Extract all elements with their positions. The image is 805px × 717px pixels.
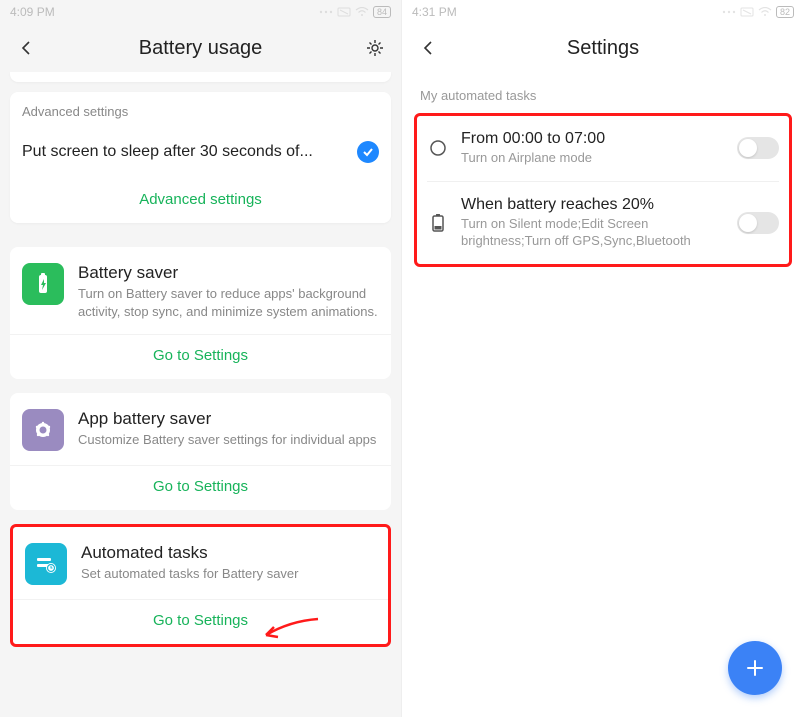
automated-tasks-icon (25, 543, 67, 585)
highlight-automated-tasks: Automated tasks Set automated tasks for … (10, 524, 391, 647)
go-to-settings-link[interactable]: Go to Settings (10, 465, 391, 510)
sleep-setting-text: Put screen to sleep after 30 seconds of.… (22, 143, 349, 161)
battery-saver-card: Battery saver Turn on Battery saver to r… (10, 247, 391, 379)
header: Settings (402, 24, 804, 72)
section-label: Advanced settings (10, 92, 391, 127)
task-desc: Turn on Silent mode;Edit Screen brightne… (461, 216, 725, 250)
add-task-button[interactable] (728, 641, 782, 695)
status-time: 4:09 PM (10, 5, 55, 19)
card-edge (10, 72, 391, 82)
link-label: Go to Settings (153, 347, 248, 364)
check-icon (357, 141, 379, 163)
task-desc: Turn on Airplane mode (461, 150, 725, 167)
page-title: Settings (567, 37, 639, 60)
moon-icon (427, 137, 449, 159)
task-row-time[interactable]: From 00:00 to 07:00 Turn on Airplane mod… (417, 116, 789, 181)
card-title: Battery saver (78, 263, 379, 283)
sim-icon (740, 7, 754, 17)
battery-icon: 84 (373, 6, 391, 18)
more-icon (319, 7, 333, 17)
link-label: Go to Settings (153, 478, 248, 495)
task-toggle[interactable] (737, 137, 779, 159)
link-label: Advanced settings (139, 191, 262, 208)
header: Battery usage (0, 24, 401, 72)
status-time: 4:31 PM (412, 5, 457, 19)
card-desc: Customize Battery saver settings for ind… (78, 431, 379, 449)
sim-icon (337, 7, 351, 17)
card-desc: Set automated tasks for Battery saver (81, 565, 376, 583)
card-desc: Turn on Battery saver to reduce apps' ba… (78, 285, 379, 320)
advanced-settings-link[interactable]: Advanced settings (10, 177, 391, 223)
battery-saver-icon (22, 263, 64, 305)
task-title: When battery reaches 20% (461, 196, 725, 214)
app-battery-saver-icon (22, 409, 64, 451)
plus-icon (743, 656, 767, 680)
advanced-settings-card: Advanced settings Put screen to sleep af… (10, 92, 391, 223)
go-to-settings-link[interactable]: Go to Settings (10, 334, 391, 379)
highlight-task-list: From 00:00 to 07:00 Turn on Airplane mod… (414, 113, 792, 267)
battery-level-icon (427, 212, 449, 234)
gear-icon (365, 38, 385, 58)
go-to-settings-link[interactable]: Go to Settings (13, 599, 388, 644)
back-icon (17, 39, 35, 57)
more-icon (722, 7, 736, 17)
settings-button[interactable] (361, 34, 389, 62)
back-icon (419, 39, 437, 57)
task-row-battery[interactable]: When battery reaches 20% Turn on Silent … (417, 182, 789, 264)
task-title: From 00:00 to 07:00 (461, 130, 725, 148)
status-icons: 84 (319, 6, 391, 18)
battery-icon: 82 (776, 6, 794, 18)
back-button[interactable] (414, 34, 442, 62)
card-title: Automated tasks (81, 543, 376, 563)
status-icons: 82 (722, 6, 794, 18)
status-bar: 4:09 PM 84 (0, 0, 401, 24)
back-button[interactable] (12, 34, 40, 62)
wifi-icon (355, 7, 369, 17)
section-label: My automated tasks (402, 72, 804, 113)
sleep-setting-row[interactable]: Put screen to sleep after 30 seconds of.… (10, 127, 391, 177)
wifi-icon (758, 7, 772, 17)
status-bar: 4:31 PM 82 (402, 0, 804, 24)
link-label: Go to Settings (153, 612, 248, 629)
card-title: App battery saver (78, 409, 379, 429)
app-battery-saver-card: App battery saver Customize Battery save… (10, 393, 391, 510)
task-toggle[interactable] (737, 212, 779, 234)
page-title: Battery usage (139, 37, 262, 60)
